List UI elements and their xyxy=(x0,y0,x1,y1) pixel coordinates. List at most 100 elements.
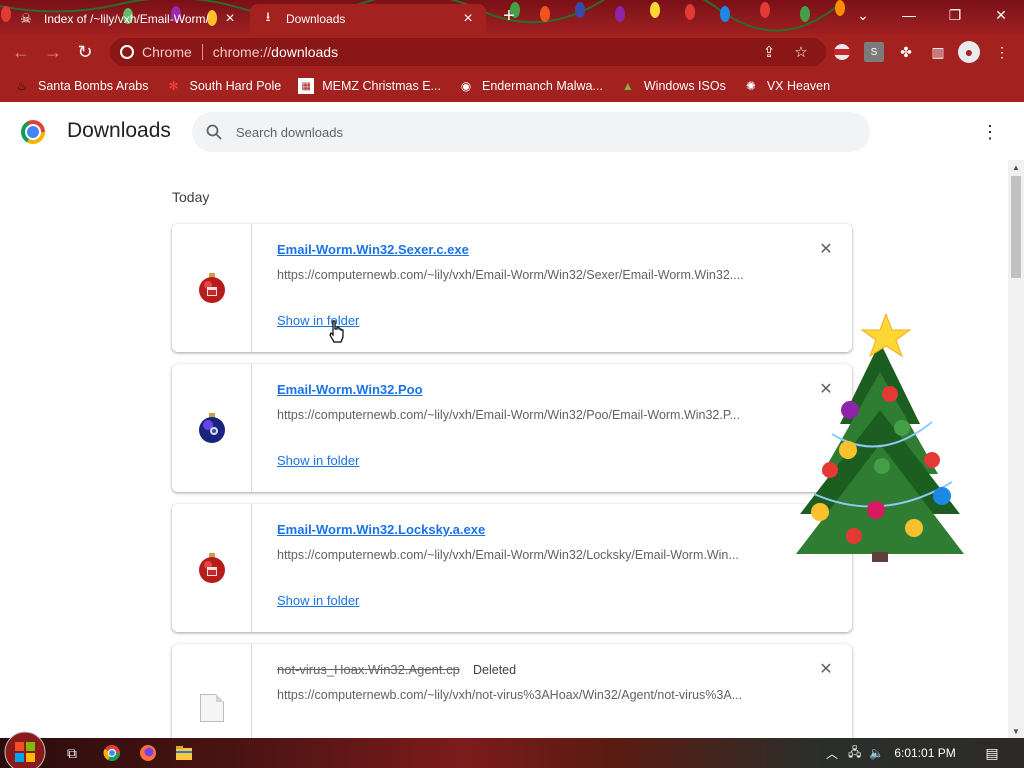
virus-icon: ✺ xyxy=(745,79,756,93)
file-icon-column xyxy=(172,504,252,632)
close-tab-icon[interactable]: × xyxy=(460,10,476,28)
chrome-taskbar-icon[interactable] xyxy=(96,738,128,768)
task-view-icon[interactable]: ⧉ xyxy=(60,741,84,765)
tree-icon: ▲ xyxy=(621,79,634,93)
reload-button[interactable]: ↻ xyxy=(70,37,100,67)
file-source-url[interactable]: https://computernewb.com/~lily/vxh/Email… xyxy=(277,268,777,282)
generic-file-icon xyxy=(199,694,224,722)
start-button[interactable] xyxy=(4,731,46,768)
file-source-url[interactable]: https://computernewb.com/~lily/vxh/Email… xyxy=(277,408,777,422)
search-input[interactable] xyxy=(236,124,816,140)
file-icon-column xyxy=(172,224,252,352)
download-item: Email-Worm.Win32.Sexer.c.exe https://com… xyxy=(172,224,852,352)
clock[interactable]: 6:01:01 PM xyxy=(894,746,955,760)
download-item-deleted: not-virus_Hoax.Win32.Agent.cp Deleted ht… xyxy=(172,644,852,738)
search-icon xyxy=(206,124,222,140)
file-icon-column xyxy=(172,644,252,738)
christmas-tree-decoration xyxy=(796,314,964,562)
url-scheme: chrome:// xyxy=(212,44,272,60)
remove-item-icon[interactable]: ✕ xyxy=(817,240,835,258)
s-extension-icon[interactable]: S xyxy=(864,42,884,62)
bookmark-item[interactable]: ♨ Santa Bombs Arabs xyxy=(14,78,149,94)
system-tray: ︿ 🖧 🔈 6:01:01 PM xyxy=(826,738,956,768)
memz-icon: ▦ xyxy=(298,78,315,94)
page-title: Downloads xyxy=(67,119,171,142)
close-tab-icon[interactable]: × xyxy=(222,10,238,28)
file-name-link[interactable]: Email-Worm.Win32.Sexer.c.exe xyxy=(277,242,469,257)
show-in-folder-link[interactable]: Show in folder xyxy=(277,453,359,468)
chrome-logo-icon xyxy=(21,120,45,144)
site-label: Chrome xyxy=(142,44,192,60)
bookmark-item[interactable]: ▦ MEMZ Christmas E... xyxy=(298,78,441,94)
downloads-header: Downloads ⋮ xyxy=(0,102,1024,160)
chrome-site-icon xyxy=(120,45,134,59)
page-scrollbar[interactable]: ▲ ▼ xyxy=(1008,160,1024,738)
file-source-url[interactable]: https://computernewb.com/~lily/vxh/not-v… xyxy=(277,688,777,702)
raccoon-icon: ◉ xyxy=(460,79,472,93)
bookmark-label: Santa Bombs Arabs xyxy=(38,79,149,93)
divider xyxy=(201,44,203,60)
bookmarks-bar: ♨ Santa Bombs Arabs ✻ South Hard Pole ▦ … xyxy=(0,70,1024,102)
download-item: Email-Worm.Win32.Locksky.a.exe https://c… xyxy=(172,504,852,632)
bookmark-star-icon[interactable]: ☆ xyxy=(788,38,814,66)
red-ornament-icon xyxy=(198,273,225,303)
tab-index-of[interactable]: ☠ Index of /~lily/vxh/Email-Worm/ × xyxy=(8,4,248,34)
tab-label: Index of /~lily/vxh/Email-Worm/ xyxy=(44,12,209,26)
back-button[interactable]: ← xyxy=(6,37,36,67)
red-ornament-icon xyxy=(198,553,225,583)
download-item: Email-Worm.Win32.Poo https://computernew… xyxy=(172,364,852,492)
file-name-link[interactable]: Email-Worm.Win32.Locksky.a.exe xyxy=(277,522,485,537)
snowflake-icon: ✻ xyxy=(168,79,179,93)
minimize-button[interactable]: — xyxy=(886,0,932,30)
network-icon[interactable]: 🖧 xyxy=(848,743,861,764)
bookmark-label: Endermanch Malwa... xyxy=(481,79,603,93)
tab-search-icon[interactable]: ⌄ xyxy=(840,0,886,30)
file-name: not-virus_Hoax.Win32.Agent.cp xyxy=(277,662,460,677)
new-tab-button[interactable]: + xyxy=(496,6,522,28)
bookmark-label: MEMZ Christmas E... xyxy=(322,79,441,93)
bookmark-label: Windows ISOs xyxy=(643,79,726,93)
skull-icon: ☠ xyxy=(20,11,32,26)
action-center-icon[interactable]: ▤ xyxy=(980,741,1004,765)
deleted-status: Deleted xyxy=(473,663,517,677)
more-actions-icon[interactable]: ⋮ xyxy=(978,120,1002,144)
profile-avatar-icon[interactable]: ● xyxy=(958,41,980,63)
file-source-url[interactable]: https://computernewb.com/~lily/vxh/Email… xyxy=(277,548,777,562)
flag-extension-icon[interactable] xyxy=(832,42,852,62)
side-panel-icon[interactable]: ▥ xyxy=(928,42,948,62)
file-explorer-icon[interactable] xyxy=(172,741,196,765)
scroll-up-icon[interactable]: ▲ xyxy=(1008,160,1024,174)
browser-toolbar: ← → ↻ Chrome chrome:// downloads ⇪ ☆ S ✤… xyxy=(0,34,1024,70)
tab-downloads[interactable]: ⭳ Downloads × xyxy=(250,4,486,34)
url-path: downloads xyxy=(271,44,339,60)
file-icon-column xyxy=(172,364,252,492)
address-bar[interactable]: Chrome chrome:// downloads xyxy=(110,38,826,66)
close-window-button[interactable]: ✕ xyxy=(978,0,1024,30)
scroll-down-icon[interactable]: ▼ xyxy=(1008,724,1024,738)
remove-item-icon[interactable]: ✕ xyxy=(817,660,835,678)
bookmark-item[interactable]: ✺ VX Heaven xyxy=(743,78,830,94)
menu-kebab-icon[interactable]: ⋮ xyxy=(992,42,1012,62)
bookmark-item[interactable]: ▲ Windows ISOs xyxy=(620,78,726,94)
search-box[interactable] xyxy=(192,112,870,152)
share-icon[interactable]: ⇪ xyxy=(756,38,782,66)
bookmark-label: South Hard Pole xyxy=(189,79,282,93)
bookmark-item[interactable]: ◉ Endermanch Malwa... xyxy=(458,78,603,94)
volume-icon[interactable]: 🔈 xyxy=(869,746,884,760)
show-hidden-icons-icon[interactable]: ︿ xyxy=(826,745,838,762)
download-icon: ⭳ xyxy=(265,9,271,24)
forward-button[interactable]: → xyxy=(38,37,68,67)
hand-cursor-icon xyxy=(329,320,344,343)
windows-taskbar: ⧉ ︿ 🖧 🔈 6:01:01 PM ▤ xyxy=(0,731,1024,768)
show-in-folder-link[interactable]: Show in folder xyxy=(277,313,359,328)
extensions-puzzle-icon[interactable]: ✤ xyxy=(896,42,916,62)
show-in-folder-link[interactable]: Show in folder xyxy=(277,593,359,608)
title-bar: ☠ Index of /~lily/vxh/Email-Worm/ × ⭳ Do… xyxy=(0,0,1024,34)
scrollbar-thumb[interactable] xyxy=(1011,176,1021,278)
firefox-icon[interactable] xyxy=(136,741,160,765)
bookmark-item[interactable]: ✻ South Hard Pole xyxy=(165,78,281,94)
file-name-link[interactable]: Email-Worm.Win32.Poo xyxy=(277,382,423,397)
restore-button[interactable]: ❐ xyxy=(932,0,978,30)
date-group-label: Today xyxy=(172,189,210,205)
blue-ornament-icon xyxy=(198,413,225,443)
